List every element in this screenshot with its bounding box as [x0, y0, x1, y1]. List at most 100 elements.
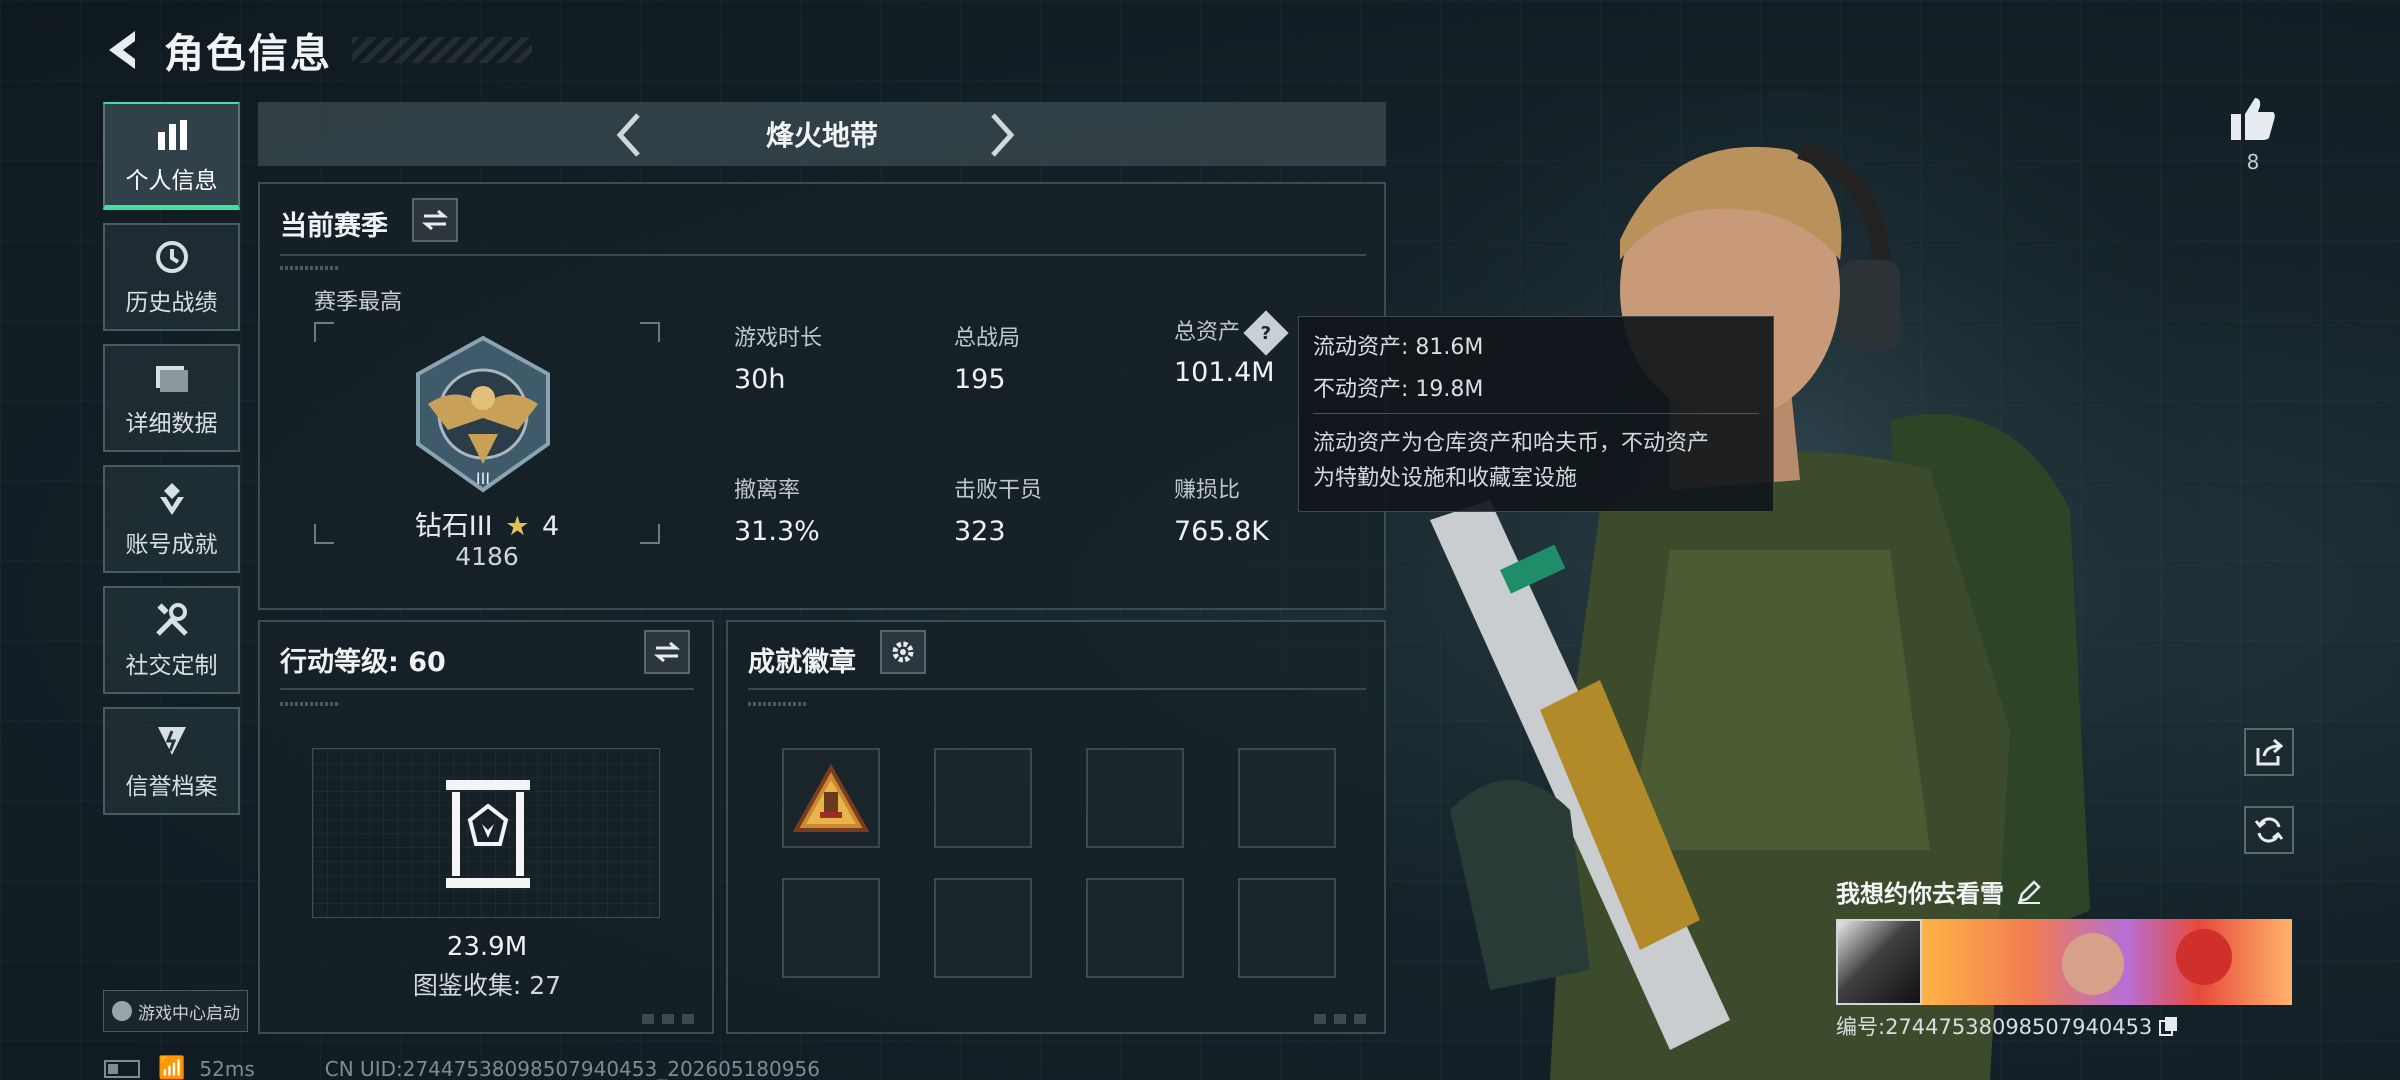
liquid-assets: 流动资产: 81.6M [1313, 335, 1484, 360]
nav-item-detailed-data[interactable]: 详细数据 [103, 344, 240, 452]
action-level-switch-button[interactable] [644, 630, 690, 674]
season-panel: 当前赛季 赛季最高 III 钻石III ★ 4 4186 游戏时长 30h 总战… [258, 182, 1386, 610]
player-card: 我想约你去看雪 编号:27447538098507940453 [1836, 874, 2292, 1041]
help-icon[interactable]: ? [1243, 310, 1289, 356]
corner-decoration [1314, 1014, 1370, 1024]
collection-count: 图鉴收集: 27 [412, 971, 562, 1000]
player-id-row: 编号:27447538098507940453 [1836, 1011, 2292, 1041]
star-icon: ★ [505, 511, 530, 542]
season-switch-button[interactable] [412, 198, 458, 242]
badge-slot[interactable] [782, 878, 880, 978]
stat-play-time: 游戏时长 30h [734, 320, 822, 395]
edit-pencil-icon[interactable] [2016, 879, 2042, 905]
fixed-assets: 不动资产: 19.8M [1313, 377, 1484, 402]
folder-icon [152, 358, 192, 398]
badge-slot[interactable] [1086, 878, 1184, 978]
season-title: 当前赛季 [280, 211, 388, 242]
swap-icon [654, 641, 680, 663]
banner-artwork [1922, 919, 2292, 1005]
badge-slot[interactable] [934, 878, 1032, 978]
badge-slot[interactable] [782, 748, 880, 848]
badge-slot[interactable] [1086, 748, 1184, 848]
stat-value: 195 [954, 364, 1006, 395]
stat-operators-defeated: 击败干员 323 [954, 472, 1042, 547]
nav-label: 信誉档案 [125, 774, 218, 800]
stat-value: 765.8K [1174, 516, 1270, 547]
action-level-panel: 行动等级: 60 23.9M 图鉴收集: 27 [258, 620, 714, 1034]
nav-label: 个人信息 [125, 167, 218, 194]
stat-label: 总战局 [954, 326, 1021, 351]
nav-item-personal-info[interactable]: 个人信息 [103, 102, 240, 210]
sidebar-nav: 个人信息 历史战绩 详细数据 账号成就 社交定制 信誉档案 [103, 102, 240, 828]
divider [280, 688, 694, 690]
share-button[interactable] [2244, 728, 2294, 776]
rank-name: 钻石III [414, 511, 493, 542]
stat-total-assets: 总资产? 101.4M [1174, 310, 1289, 388]
stat-value: 30h [734, 364, 786, 395]
tooltip-description-line: 为特勤处设施和收藏室设施 [1313, 466, 1578, 491]
back-button[interactable] [100, 25, 146, 75]
stat-extraction-rate: 撤离率 31.3% [734, 472, 820, 547]
qq-icon [112, 1001, 132, 1021]
action-level-title: 行动等级: 60 [280, 647, 446, 678]
collection-value: 23.9M [446, 932, 528, 962]
swap-icon [422, 209, 448, 231]
status-bar: 📶 52ms CN UID:27447538098507940453_20260… [104, 1056, 820, 1080]
stat-label-row: 总资产? [1174, 310, 1289, 356]
collection-cabinet-icon [446, 780, 530, 888]
back-arrow-icon [109, 31, 135, 69]
credit-icon [152, 721, 192, 761]
achievement-badges-panel: 成就徽章 [726, 620, 1386, 1034]
player-banner[interactable] [1836, 919, 2292, 1005]
battery-icon [104, 1059, 140, 1078]
svg-text:III: III [476, 469, 490, 488]
refresh-icon [2254, 817, 2284, 843]
decoration [280, 702, 340, 706]
like-count: 8 [2246, 150, 2260, 174]
rank-stars: 4 [542, 511, 560, 542]
refresh-button[interactable] [2244, 806, 2294, 854]
badge-slot[interactable] [934, 748, 1032, 848]
nav-label: 社交定制 [125, 653, 218, 679]
stat-label: 赚损比 [1174, 478, 1241, 503]
season-best-label: 赛季最高 [314, 290, 403, 315]
stat-value: 323 [954, 516, 1006, 547]
player-id: 编号:27447538098507940453 [1836, 1015, 2153, 1039]
mode-name: 烽火地带 [765, 119, 878, 152]
stat-value: 31.3% [734, 516, 820, 547]
stat-total-matches: 总战局 195 [954, 320, 1020, 395]
player-name: 我想约你去看雪 [1836, 880, 2004, 908]
mode-next-button[interactable] [983, 110, 1023, 160]
divider [280, 254, 1366, 256]
stat-label: 击败干员 [954, 478, 1043, 503]
badges-settings-button[interactable] [880, 630, 926, 674]
nav-item-social[interactable]: 社交定制 [103, 586, 240, 694]
game-center-launch-badge: 游戏中心启动 [103, 990, 248, 1032]
badge-slot[interactable] [1238, 878, 1336, 978]
nav-item-credit[interactable]: 信誉档案 [103, 707, 240, 815]
page-header: 角色信息 [100, 22, 532, 78]
ping-value: 52ms [199, 1056, 255, 1080]
badge-slot[interactable] [1238, 748, 1336, 848]
wifi-icon: 📶 [158, 1056, 186, 1080]
warning-badge-icon [792, 763, 870, 832]
nav-item-achievements[interactable]: 账号成就 [103, 465, 240, 573]
stat-label: 撤离率 [734, 478, 801, 503]
title-decoration [352, 37, 532, 63]
nav-item-history[interactable]: 历史战绩 [103, 223, 240, 331]
thumbs-up-icon [2231, 98, 2275, 140]
chevron-right-icon [991, 113, 1015, 157]
like-button[interactable]: 8 [2224, 96, 2282, 174]
assets-tooltip: 流动资产: 81.6M 不动资产: 19.8M 流动资产为仓库资产和哈夫币，不动… [1298, 316, 1774, 512]
nav-label: 历史战绩 [125, 290, 218, 316]
chevron-left-icon [616, 113, 640, 157]
copy-icon[interactable] [2158, 1015, 2180, 1037]
divider [1313, 413, 1759, 414]
corner-decoration [642, 1014, 698, 1024]
mode-prev-button[interactable] [608, 110, 648, 160]
nav-label: 详细数据 [125, 411, 218, 437]
avatar[interactable] [1836, 919, 1922, 1005]
mode-selector: 烽火地带 [258, 102, 1386, 166]
history-icon [152, 237, 192, 277]
share-icon [2256, 738, 2284, 766]
